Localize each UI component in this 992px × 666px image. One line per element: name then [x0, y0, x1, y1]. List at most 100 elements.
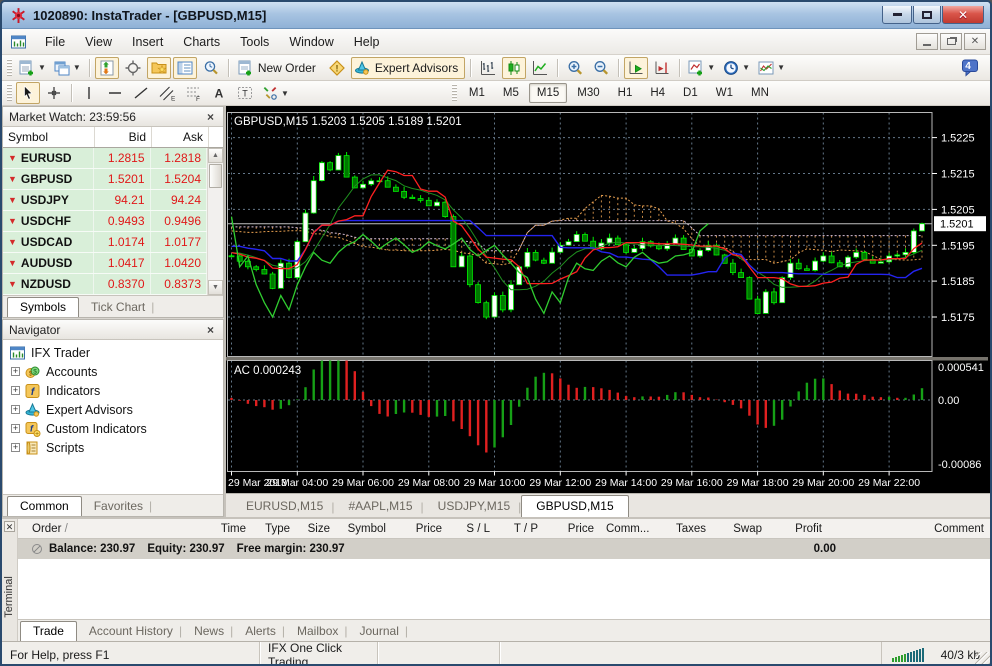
mdi-minimize-button[interactable] [916, 33, 938, 50]
tree-item-scripts[interactable]: +Scripts [3, 438, 223, 457]
window-close-button[interactable]: ✕ [942, 6, 984, 24]
menu-help[interactable]: Help [344, 31, 390, 53]
symbol-row-usdjpy[interactable]: ▼USDJPY94.2194.24 [3, 190, 207, 211]
expert-advisors-toggle-button[interactable]: Expert Advisors [351, 57, 465, 79]
navigator-toggle-button[interactable] [147, 57, 171, 79]
new-order-button[interactable]: New Order [234, 57, 323, 79]
window-minimize-button[interactable] [882, 6, 912, 24]
crosshair-tool-button[interactable] [42, 82, 66, 104]
expand-icon[interactable]: + [11, 405, 20, 414]
data-window-toggle-button[interactable] [121, 57, 145, 79]
timeframe-d1-button[interactable]: D1 [675, 83, 706, 103]
close-icon[interactable]: × [204, 110, 217, 124]
terminal-column-comm-[interactable]: Comm... [600, 523, 654, 535]
terminal-toggle-button[interactable] [173, 57, 197, 79]
zoom-out-button[interactable] [589, 57, 613, 79]
expand-icon[interactable]: + [11, 424, 20, 433]
terminal-tab-account-history[interactable]: Account History [77, 622, 185, 641]
terminal-column-symbol[interactable]: Symbol [336, 523, 392, 535]
column-header-symbol[interactable]: Symbol [3, 127, 95, 147]
terminal-column-comment[interactable]: Comment [828, 523, 990, 535]
chart-shift-toggle-button[interactable] [650, 57, 674, 79]
timeframe-h1-button[interactable]: H1 [610, 83, 641, 103]
fibonacci-tool-button[interactable]: F [181, 82, 205, 104]
mdi-close-button[interactable]: ✕ [964, 33, 986, 50]
templates-button[interactable]: ▼ [755, 57, 788, 79]
expand-icon[interactable]: + [11, 367, 20, 376]
text-tool-button[interactable]: A [207, 82, 231, 104]
resize-grip[interactable] [975, 652, 990, 666]
chevron-down-icon[interactable]: ▼ [281, 89, 289, 98]
timeframe-mn-button[interactable]: MN [743, 83, 777, 103]
symbol-row-audusd[interactable]: ▼AUDUSD1.04171.0420 [3, 253, 207, 274]
terminal-tab-trade[interactable]: Trade [20, 621, 77, 641]
timeframe-m1-button[interactable]: M1 [461, 83, 493, 103]
trendline-tool-button[interactable] [129, 82, 153, 104]
terminal-column-type[interactable]: Type [252, 523, 296, 535]
mdi-restore-button[interactable] [940, 33, 962, 50]
tab-symbols[interactable]: Symbols [7, 297, 79, 317]
price-chart[interactable]: 1.52251.52151.52051.51951.51851.51751.52… [226, 106, 988, 493]
text-label-tool-button[interactable]: T [233, 82, 257, 104]
chevron-down-icon[interactable]: ▼ [73, 63, 81, 72]
tree-item-custom-indicators[interactable]: +f+Custom Indicators [3, 419, 223, 438]
tree-item-expert-advisors[interactable]: +Expert Advisors [3, 400, 223, 419]
chart-tab--aapl-m15[interactable]: #AAPL,M15 [334, 496, 426, 517]
notifications-button[interactable]: 4 [958, 58, 982, 78]
timeframe-h4-button[interactable]: H4 [642, 83, 673, 103]
terminal-column-swap[interactable]: Swap [712, 523, 768, 535]
menu-view[interactable]: View [75, 31, 122, 53]
tree-item-accounts[interactable]: +$$Accounts [3, 362, 223, 381]
chevron-down-icon[interactable]: ▼ [742, 63, 750, 72]
expand-icon[interactable]: + [11, 443, 20, 452]
window-maximize-button[interactable] [913, 6, 941, 24]
symbol-row-usdcad[interactable]: ▼USDCAD1.01741.0177 [3, 232, 207, 253]
terminal-column-price[interactable]: Price [544, 523, 600, 535]
line-chart-mode-button[interactable] [528, 57, 552, 79]
tab-tick-chart[interactable]: Tick Chart [79, 298, 157, 317]
chart-tab-eurusd-m15[interactable]: EURUSD,M15 [232, 496, 337, 517]
column-header-ask[interactable]: Ask [152, 127, 209, 147]
equidistant-channel-tool-button[interactable]: E [155, 82, 179, 104]
vertical-line-tool-button[interactable] [77, 82, 101, 104]
symbol-row-gbpusd[interactable]: ▼GBPUSD1.52011.5204 [3, 169, 207, 190]
chart-tab-usdjpy-m15[interactable]: USDJPY,M15 [424, 496, 524, 517]
terminal-close-icon[interactable]: ✕ [4, 521, 15, 532]
tab-favorites[interactable]: Favorites [82, 497, 155, 516]
tree-item-indicators[interactable]: +fIndicators [3, 381, 223, 400]
chevron-down-icon[interactable]: ▼ [707, 63, 715, 72]
toolbar-grip[interactable] [7, 59, 12, 77]
timeframe-m30-button[interactable]: M30 [569, 83, 607, 103]
candlestick-mode-button[interactable] [502, 57, 526, 79]
terminal-column-order[interactable]: Order / [18, 523, 196, 535]
terminal-column-size[interactable]: Size [296, 523, 336, 535]
cursor-tool-button[interactable] [16, 82, 40, 104]
menu-charts[interactable]: Charts [173, 31, 230, 53]
terminal-column-price[interactable]: Price [392, 523, 448, 535]
terminal-tab-mailbox[interactable]: Mailbox [285, 622, 350, 641]
market-watch-caption[interactable]: Market Watch: 23:59:56 × [3, 107, 223, 127]
column-header-bid[interactable]: Bid [95, 127, 152, 147]
chart-tab-gbpusd-m15[interactable]: GBPUSD,M15 [521, 495, 628, 517]
menu-tools[interactable]: Tools [230, 31, 279, 53]
strategy-tester-toggle-button[interactable] [199, 57, 223, 79]
terminal-tab-news[interactable]: News [182, 622, 236, 641]
symbol-row-nzdusd[interactable]: ▼NZDUSD0.83700.8373 [3, 274, 207, 295]
toolbar-grip[interactable] [7, 84, 12, 102]
chevron-down-icon[interactable]: ▼ [777, 63, 785, 72]
arrows-tool-button[interactable]: ▼ [259, 82, 292, 104]
tree-root[interactable]: IFX Trader [3, 343, 223, 362]
scroll-up-icon[interactable]: ▲ [208, 148, 223, 163]
periods-button[interactable]: ▼ [720, 57, 753, 79]
sound-alert-button[interactable]: ! [325, 57, 349, 79]
terminal-tab-alerts[interactable]: Alerts [233, 622, 288, 641]
chevron-down-icon[interactable]: ▼ [38, 63, 46, 72]
tab-common[interactable]: Common [7, 496, 82, 516]
close-icon[interactable]: × [204, 323, 217, 337]
toolbar-grip[interactable] [452, 84, 457, 102]
bar-chart-mode-button[interactable] [476, 57, 500, 79]
scroll-down-icon[interactable]: ▼ [208, 280, 223, 295]
zoom-in-button[interactable] [563, 57, 587, 79]
new-chart-button[interactable]: ▼ [16, 57, 49, 79]
expand-icon[interactable]: + [11, 386, 20, 395]
